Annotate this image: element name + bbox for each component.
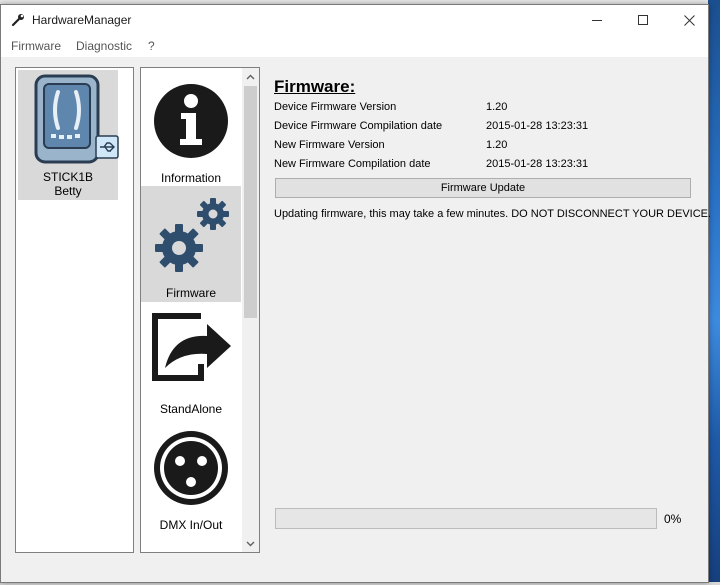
wrench-icon bbox=[11, 14, 24, 27]
menu-bar: Firmware Diagnostic ? bbox=[1, 35, 708, 57]
maximize-button[interactable] bbox=[620, 5, 666, 35]
chevron-down-icon bbox=[246, 541, 255, 546]
minimize-icon bbox=[592, 20, 602, 21]
hardware-manager-window: HardwareManager Firmware Diagnostic ? ST… bbox=[0, 4, 712, 583]
device-item-stick1b[interactable]: STICK1B Betty bbox=[18, 70, 119, 200]
info-icon bbox=[154, 84, 228, 158]
menu-help[interactable]: ? bbox=[148, 39, 155, 53]
scroll-down-button[interactable] bbox=[242, 535, 259, 552]
menu-firmware[interactable]: Firmware bbox=[11, 39, 61, 53]
info-label: New Firmware Version bbox=[274, 139, 385, 151]
info-value: 2015-01-28 13:23:31 bbox=[486, 120, 589, 132]
nav-label-standalone: StandAlone bbox=[159, 402, 223, 416]
close-button[interactable] bbox=[666, 5, 712, 35]
info-label: Device Firmware Version bbox=[274, 101, 397, 113]
device-user: Betty bbox=[54, 184, 82, 198]
section-title: Firmware: bbox=[274, 77, 356, 96]
nav-item-dmx-in-out[interactable]: DMX In/Out bbox=[141, 418, 241, 534]
stick-device-icon bbox=[34, 74, 119, 164]
scroll-up-button[interactable] bbox=[242, 68, 259, 85]
nav-scrollbar[interactable] bbox=[242, 68, 259, 552]
export-arrow-icon bbox=[152, 313, 231, 381]
progress-percent: 0% bbox=[664, 512, 682, 526]
maximize-icon bbox=[638, 15, 648, 25]
info-label: Device Firmware Compilation date bbox=[274, 120, 443, 132]
window-title: HardwareManager bbox=[32, 13, 132, 27]
nav-label-dmx-in-out: DMX In/Out bbox=[159, 518, 223, 532]
gears-icon bbox=[155, 198, 229, 272]
xlr-connector-icon bbox=[154, 431, 228, 505]
scroll-thumb[interactable] bbox=[244, 86, 257, 318]
device-name: STICK1B bbox=[42, 170, 93, 184]
nav-item-firmware[interactable]: Firmware bbox=[141, 186, 241, 302]
progress-bar bbox=[275, 508, 657, 529]
menu-diagnostic[interactable]: Diagnostic bbox=[76, 39, 132, 53]
info-value: 1.20 bbox=[486, 101, 508, 113]
warning-text: Updating firmware, this may take a few m… bbox=[274, 208, 712, 220]
device-list: STICK1B Betty bbox=[15, 67, 134, 553]
nav-label-firmware: Firmware bbox=[166, 286, 216, 300]
chevron-up-icon bbox=[246, 74, 255, 79]
title-bar[interactable]: HardwareManager bbox=[1, 5, 708, 35]
info-value: 1.20 bbox=[486, 139, 508, 151]
desktop-background-right bbox=[708, 0, 720, 585]
info-value: 2015-01-28 13:23:31 bbox=[486, 158, 589, 170]
nav-item-information[interactable]: Information bbox=[141, 71, 241, 187]
nav-item-standalone[interactable]: StandAlone bbox=[141, 302, 241, 418]
info-label: New Firmware Compilation date bbox=[274, 158, 431, 170]
navigation-panel: Information Firmware StandAlone DMX In/O… bbox=[140, 67, 260, 553]
minimize-button[interactable] bbox=[574, 5, 620, 35]
nav-label-information: Information bbox=[160, 171, 222, 185]
firmware-update-button[interactable]: Firmware Update bbox=[275, 178, 691, 198]
close-icon bbox=[683, 14, 695, 26]
